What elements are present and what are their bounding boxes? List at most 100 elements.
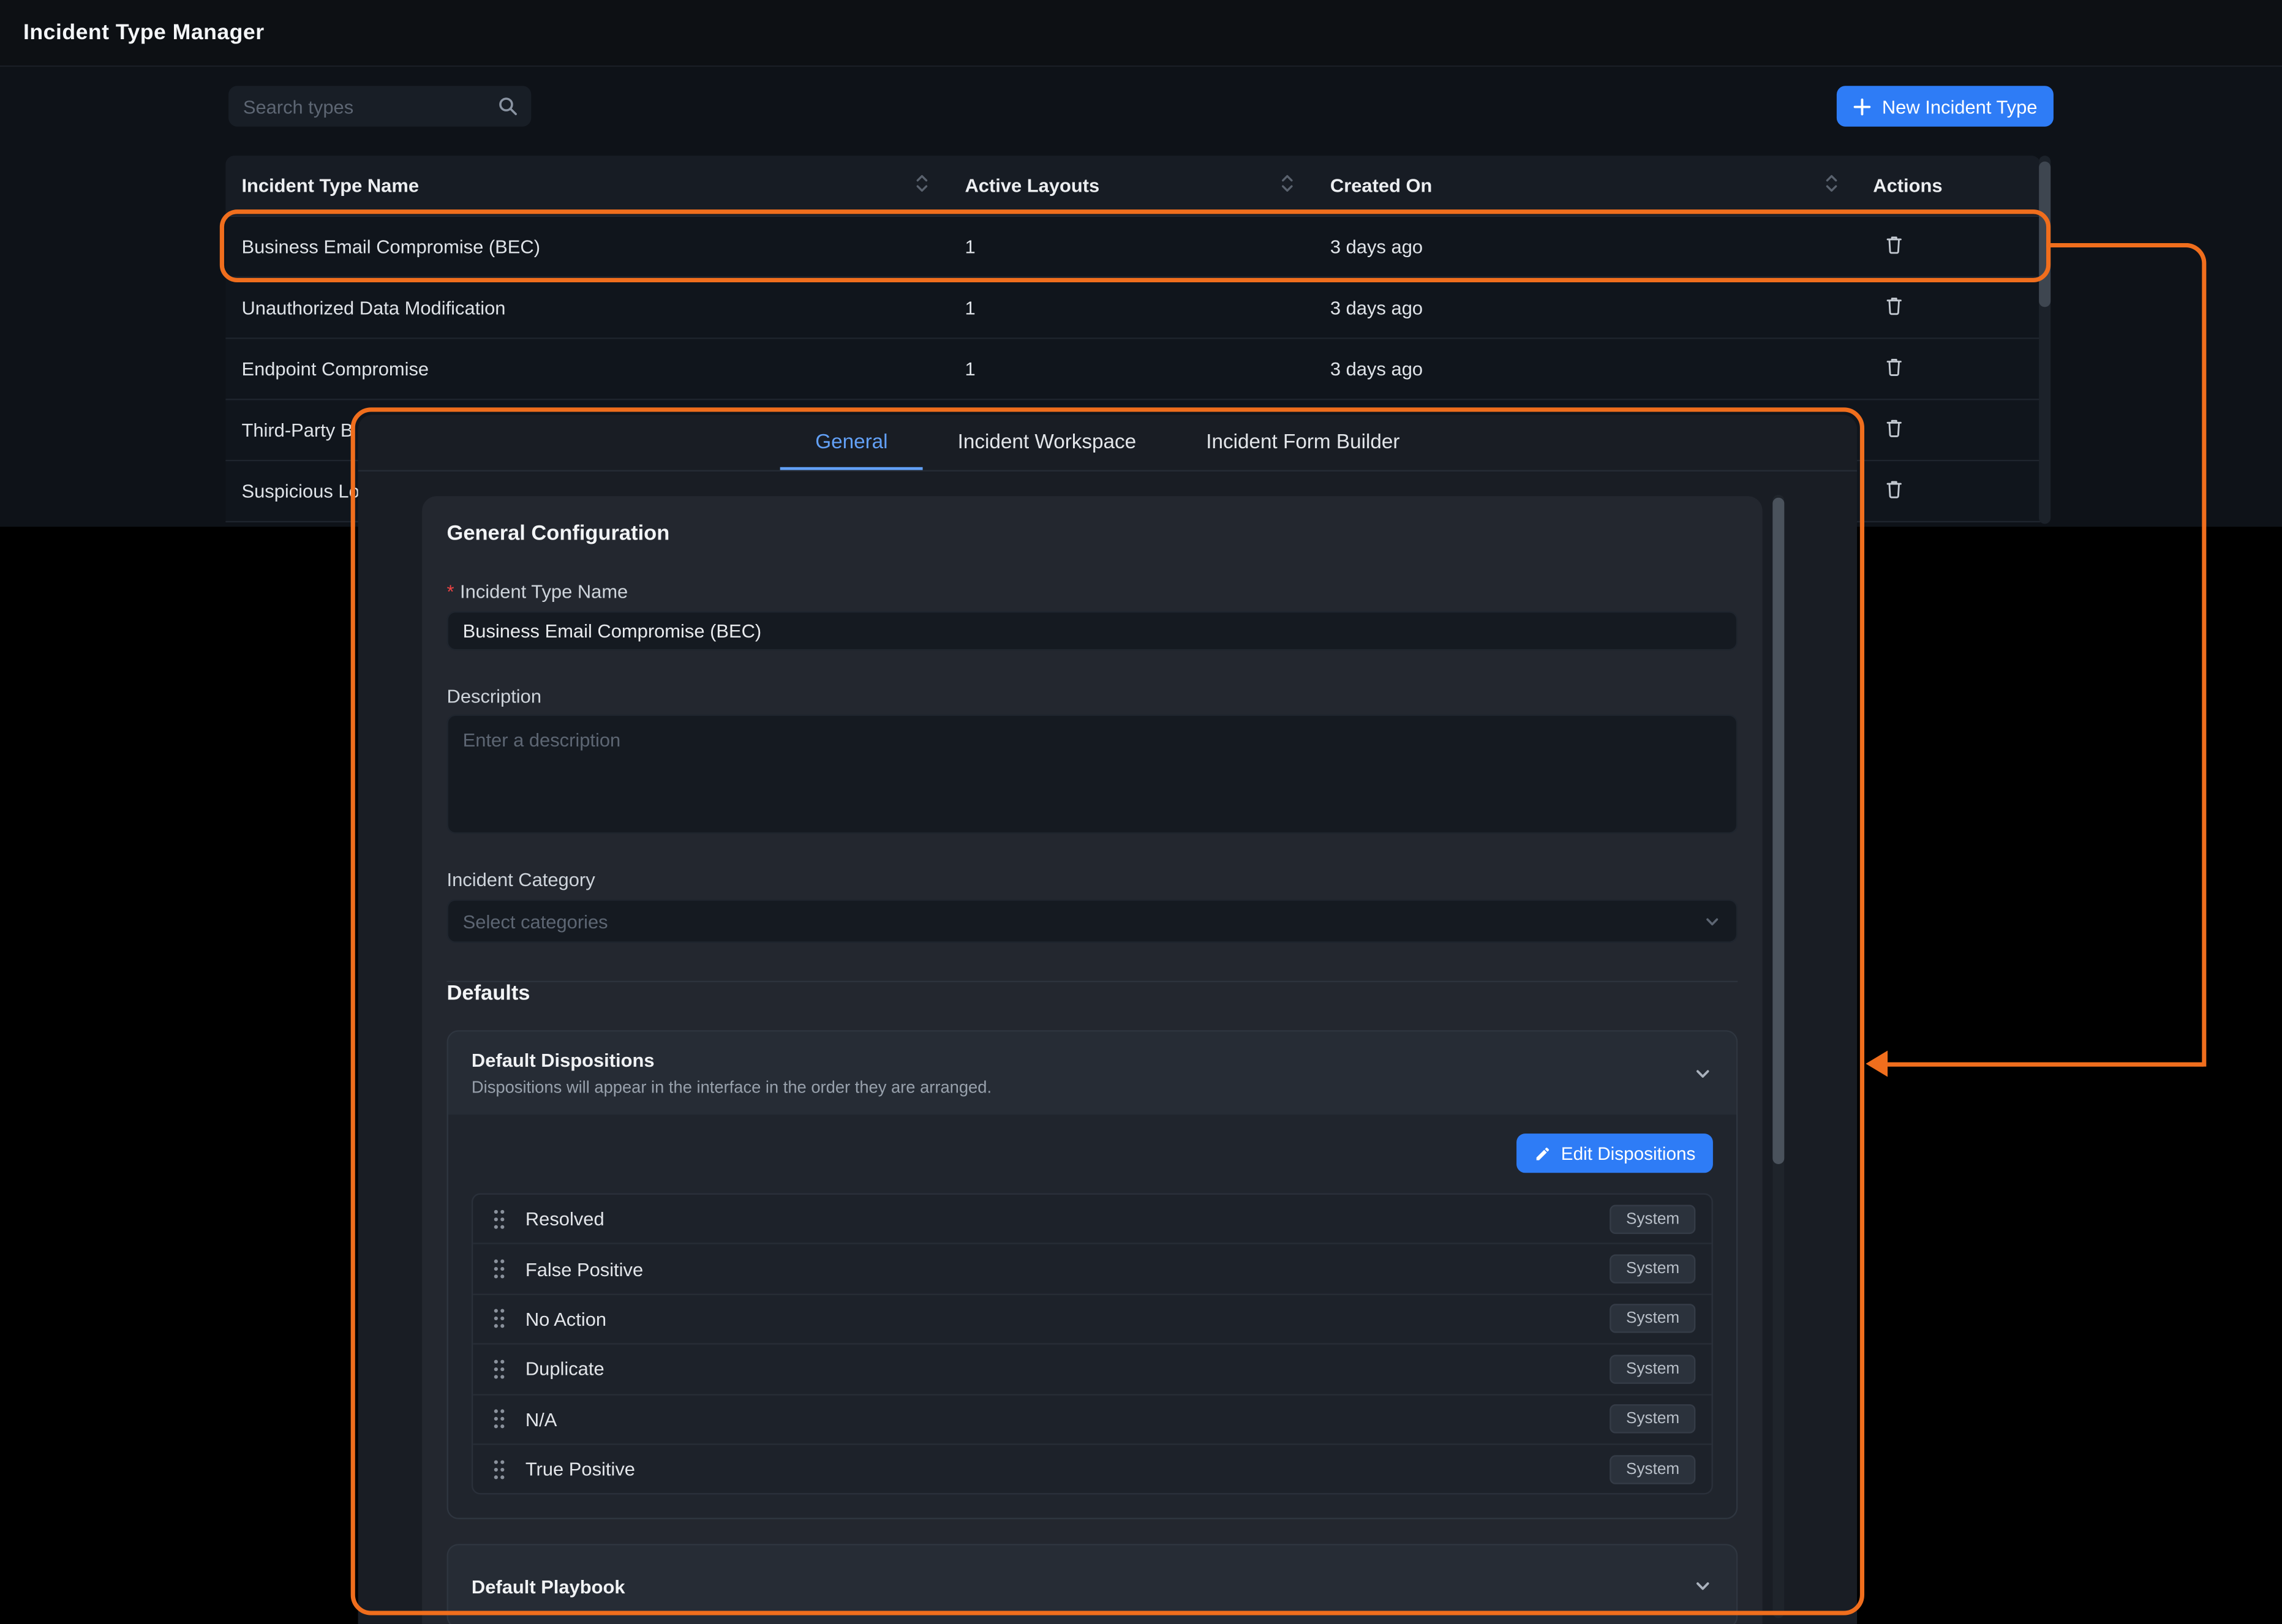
plus-icon (1853, 97, 1872, 116)
modal-scrollbar[interactable] (1772, 495, 1784, 1618)
delete-row-button[interactable] (1882, 476, 1907, 506)
tab-incident-workspace[interactable]: Incident Workspace (923, 415, 1172, 470)
column-header-actions: Actions (1859, 175, 2041, 197)
sort-icon[interactable] (916, 173, 928, 198)
cell-created-on: 3 days ago (1314, 358, 1859, 380)
search-icon (498, 96, 518, 116)
chevron-down-icon[interactable] (1693, 1576, 1713, 1596)
trash-icon (1885, 418, 1904, 442)
incident-type-name-field: * Incident Type Name (447, 581, 1738, 650)
defaults-heading: Defaults (447, 982, 1738, 1006)
trash-icon (1885, 295, 1904, 320)
incident-category-field: Incident Category Select categories (447, 869, 1738, 943)
new-incident-type-button[interactable]: New Incident Type (1837, 86, 2054, 127)
trash-icon (1885, 479, 1904, 503)
chevron-down-icon (1703, 912, 1722, 931)
default-playbook-card: Default Playbook (447, 1544, 1738, 1624)
disposition-row: False Positive System (473, 1245, 1711, 1295)
cell-created-on: 3 days ago (1314, 297, 1859, 319)
status-badge: System (1610, 1405, 1695, 1434)
delete-row-button[interactable] (1882, 293, 1907, 323)
table-scrollbar[interactable] (2039, 156, 2050, 524)
disposition-label: Duplicate (525, 1358, 1591, 1380)
cell-incident-type-name: Unauthorized Data Modification (225, 297, 949, 319)
column-header-incident-type-name[interactable]: Incident Type Name (225, 173, 949, 198)
table-row[interactable]: Business Email Compromise (BEC) 1 3 days… (225, 217, 2040, 278)
status-badge: System (1610, 1454, 1695, 1484)
delete-row-button[interactable] (1882, 415, 1907, 445)
trash-icon (1885, 356, 1904, 381)
status-badge: System (1610, 1255, 1695, 1284)
status-badge: System (1610, 1205, 1695, 1234)
default-dispositions-header[interactable]: Default Dispositions Dispositions will a… (448, 1032, 1736, 1115)
incident-type-name-label: Incident Type Name (460, 581, 628, 603)
disposition-label: N/A (525, 1408, 1591, 1430)
page-title: Incident Type Manager (23, 20, 265, 45)
sort-icon[interactable] (1281, 173, 1294, 198)
description-field: Description (447, 685, 1738, 833)
sort-icon[interactable] (1825, 173, 1838, 198)
default-dispositions-body: Edit Dispositions Resolved System (448, 1115, 1736, 1518)
disposition-label: True Positive (525, 1458, 1591, 1480)
tab-incident-form-builder[interactable]: Incident Form Builder (1171, 415, 1434, 470)
disposition-row: True Positive System (473, 1445, 1711, 1494)
new-incident-type-label: New Incident Type (1882, 96, 2038, 118)
topbar: Incident Type Manager (0, 0, 2282, 67)
cell-incident-type-name: Endpoint Compromise (225, 358, 949, 380)
disposition-label: Resolved (525, 1208, 1591, 1230)
status-badge: System (1610, 1304, 1695, 1334)
cell-active-layouts: 1 (949, 236, 1314, 258)
default-playbook-title: Default Playbook (472, 1576, 625, 1598)
delete-row-button[interactable] (1882, 231, 1907, 262)
search-input[interactable] (228, 96, 498, 118)
annotation-connector-line (1888, 1062, 2204, 1067)
drag-handle-icon[interactable] (492, 1257, 506, 1280)
scrollbar-thumb[interactable] (1772, 498, 1784, 1164)
dispositions-list: Resolved System False Positive System No… (472, 1194, 1713, 1495)
default-dispositions-card: Default Dispositions Dispositions will a… (447, 1030, 1738, 1519)
disposition-label: False Positive (525, 1258, 1591, 1280)
incident-type-name-input[interactable] (447, 611, 1738, 650)
column-header-created-on[interactable]: Created On (1314, 173, 1859, 198)
incident-category-label: Incident Category (447, 869, 1738, 891)
drag-handle-icon[interactable] (492, 1208, 506, 1231)
section-title: General Configuration (447, 522, 1738, 546)
disposition-row: No Action System (473, 1295, 1711, 1345)
table-row[interactable]: Endpoint Compromise 1 3 days ago (225, 339, 2040, 400)
chevron-down-icon[interactable] (1693, 1063, 1713, 1083)
table-header-row: Incident Type Name Active Layouts Create… (225, 156, 2040, 217)
disposition-row: Resolved System (473, 1195, 1711, 1245)
disposition-row: Duplicate System (473, 1345, 1711, 1395)
general-configuration-card: General Configuration * Incident Type Nam… (422, 496, 1763, 1624)
scrollbar-thumb[interactable] (2039, 162, 2050, 307)
drag-handle-icon[interactable] (492, 1407, 506, 1430)
cell-created-on: 3 days ago (1314, 236, 1859, 258)
required-marker: * (447, 581, 454, 603)
annotation-arrow (1866, 1051, 1888, 1077)
select-placeholder: Select categories (463, 910, 608, 932)
cell-active-layouts: 1 (949, 297, 1314, 319)
drag-handle-icon[interactable] (492, 1457, 506, 1481)
edit-dispositions-button[interactable]: Edit Dispositions (1516, 1133, 1713, 1173)
table-row[interactable]: Unauthorized Data Modification 1 3 days … (225, 278, 2040, 339)
description-textarea[interactable] (447, 715, 1738, 834)
default-playbook-header[interactable]: Default Playbook (448, 1546, 1736, 1624)
app-root: Incident Type Manager New Incident Type … (0, 0, 2282, 1623)
trash-icon (1885, 235, 1904, 259)
editor-tabs: General Incident Workspace Incident Form… (358, 415, 1858, 472)
editor-body: General Configuration * Incident Type Nam… (358, 472, 1858, 1624)
delete-row-button[interactable] (1882, 353, 1907, 384)
search-box (228, 86, 531, 127)
description-label: Description (447, 685, 1738, 707)
incident-category-select[interactable]: Select categories (447, 900, 1738, 943)
default-dispositions-title: Default Dispositions (472, 1049, 992, 1071)
disposition-label: No Action (525, 1308, 1591, 1330)
drag-handle-icon[interactable] (492, 1358, 506, 1381)
cell-active-layouts: 1 (949, 358, 1314, 380)
column-header-active-layouts[interactable]: Active Layouts (949, 173, 1314, 198)
incident-type-editor-modal: General Incident Workspace Incident Form… (358, 415, 1858, 1624)
default-dispositions-subtitle: Dispositions will appear in the interfac… (472, 1080, 992, 1097)
status-badge: System (1610, 1355, 1695, 1384)
drag-handle-icon[interactable] (492, 1307, 506, 1331)
tab-general[interactable]: General (780, 415, 922, 470)
